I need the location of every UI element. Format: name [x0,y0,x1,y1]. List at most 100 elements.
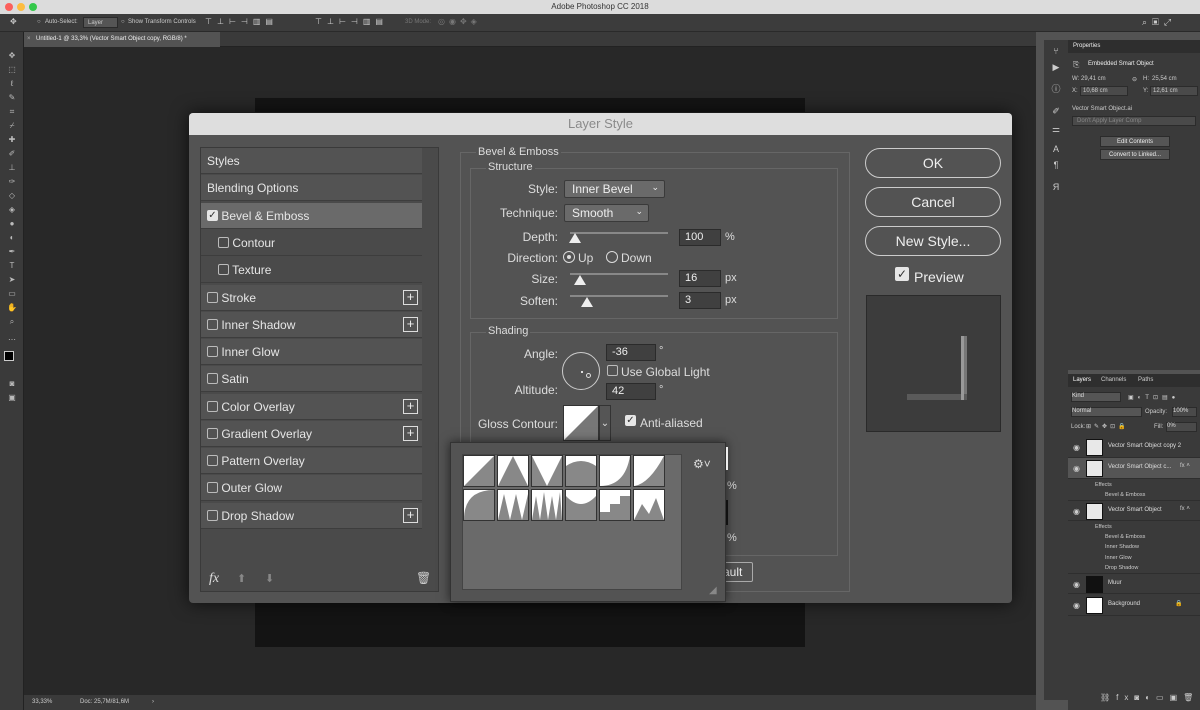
contour-preset-gaussian[interactable] [633,455,665,487]
new-style-button[interactable]: New Style... [865,226,1001,256]
visibility-eye-icon[interactable]: ◉ [1073,601,1080,610]
depth-input[interactable]: 100 [679,229,721,246]
hand-tool-icon[interactable]: ✋ [6,303,18,312]
document-tab[interactable]: × Untitled-1 @ 33,3% (Vector Smart Objec… [24,32,220,47]
blending-options-item[interactable]: Blending Options [201,175,422,201]
bevel-emboss-checkbox[interactable]: ✓ [207,210,218,222]
lock-icon[interactable]: 🔒 [1175,600,1182,607]
technique-dropdown[interactable]: Smooth ⌄ [564,204,649,222]
quick-select-tool-icon[interactable]: ✎ [6,93,18,102]
outer-glow-item[interactable]: Outer Glow [201,475,422,501]
adjustments-panel-icon[interactable]: ⚌ [1050,124,1062,134]
preview-checkbox[interactable]: ✓ [895,267,909,281]
color-overlay-checkbox[interactable] [207,401,218,413]
edit-contents-button[interactable]: Edit Contents [1100,136,1170,147]
convert-to-linked-button[interactable]: Convert to Linked... [1100,149,1170,160]
styles-item[interactable]: Styles [201,148,422,174]
tab-paths[interactable]: Paths [1138,377,1153,383]
satin-checkbox[interactable] [207,373,218,385]
move-down-icon[interactable]: ⬇ [265,572,274,585]
blend-mode-dropdown[interactable]: Normal [1071,407,1142,417]
visibility-eye-icon[interactable]: ◉ [1073,580,1080,589]
close-window-button[interactable] [5,3,13,11]
zoom-tool-icon[interactable]: ⌕ [6,317,18,326]
paragraph-panel-icon[interactable]: ¶ [1050,160,1062,170]
cancel-button[interactable]: Cancel [865,187,1001,217]
contour-preset-ring-double[interactable] [531,489,563,521]
down-radio[interactable] [606,251,618,263]
bevel-emboss-item[interactable]: ✓ Bevel & Emboss [201,203,422,229]
auto-select-target-dropdown[interactable]: Layer [83,17,119,28]
layer-action-icons[interactable]: ⛓fx◙◐▭▣🗑 [1100,693,1199,702]
visibility-eye-icon[interactable]: ◉ [1073,443,1080,452]
add-stroke-button[interactable]: + [403,290,418,305]
align-icons[interactable]: ⊤⊥⊢⊣▥▤ [205,17,278,26]
angle-input[interactable]: -36 [606,344,656,361]
marquee-tool-icon[interactable]: ⬚ [6,65,18,74]
character-panel-icon[interactable]: A [1050,144,1062,154]
contour-preset-ring[interactable] [497,489,529,521]
history-brush-tool-icon[interactable]: ✑ [6,177,18,186]
fx-menu-button[interactable]: fx [209,571,219,587]
satin-item[interactable]: Satin [201,366,422,392]
soften-input[interactable]: 3 [679,292,721,309]
inner-shadow-checkbox[interactable] [207,319,218,331]
quick-mask-icon[interactable]: ◙ [6,379,18,388]
contour-preset-cove-shallow[interactable] [599,455,631,487]
doc-size[interactable]: Doc: 25,7M/81,6M [80,699,129,705]
add-gradient-overlay-button[interactable]: + [403,426,418,441]
auto-select-checkbox[interactable]: ○ [37,19,41,25]
stroke-item[interactable]: Stroke + [201,285,422,311]
drop-shadow-checkbox[interactable] [207,510,218,522]
paint-bucket-tool-icon[interactable]: ◈ [6,205,18,214]
contour-preset-linear[interactable] [463,455,495,487]
effect-item[interactable]: Bevel & Emboss [1105,492,1145,498]
stroke-checkbox[interactable] [207,292,218,304]
visibility-eye-icon[interactable]: ◉ [1073,464,1080,473]
eyedropper-tool-icon[interactable]: ⌿ [6,121,18,130]
healing-tool-icon[interactable]: ✚ [6,135,18,144]
blur-tool-icon[interactable]: ● [6,219,18,228]
drop-shadow-item[interactable]: Drop Shadow + [201,503,422,529]
distribute-icons[interactable]: ⊤⊥⊢⊣▥▤ [315,17,388,26]
minimize-window-button[interactable] [17,3,25,11]
depth-slider[interactable] [570,232,668,234]
crop-tool-icon[interactable]: ⌗ [6,107,18,116]
move-up-icon[interactable]: ⬆ [237,572,246,585]
size-slider-thumb[interactable] [573,275,586,285]
pen-tool-icon[interactable]: ✒ [6,247,18,256]
fx-badge-icon[interactable]: fx ˄ [1180,506,1190,512]
effect-item[interactable]: Drop Shadow [1105,565,1138,571]
dodge-tool-icon[interactable]: ◐ [6,233,18,242]
height-value[interactable]: 25,54 cm [1152,76,1177,82]
zoom-window-button[interactable] [29,3,37,11]
texture-item[interactable]: Texture [201,257,422,283]
gradient-overlay-checkbox[interactable] [207,428,218,440]
tab-channels[interactable]: Channels [1101,377,1126,383]
contour-preset-sawtooth[interactable] [633,489,665,521]
path-select-tool-icon[interactable]: ➤ [6,275,18,284]
contour-preset-cone[interactable] [497,455,529,487]
style-dropdown[interactable]: Inner Bevel ⌄ [564,180,665,198]
layer-row[interactable]: ◉ Muur [1068,573,1200,594]
angle-wheel[interactable] [562,352,600,390]
color-overlay-item[interactable]: Color Overlay + [201,394,422,420]
effect-item[interactable]: Inner Shadow [1105,544,1139,550]
search-workspace-icons[interactable]: ⌕▣⤢ [1142,17,1176,28]
lock-icons[interactable]: ⊞✎✥⊡🔒 [1086,423,1129,430]
contour-preset-cone-inverted[interactable] [531,455,563,487]
add-inner-shadow-button[interactable]: + [403,317,418,332]
fill-field[interactable]: 0% [1166,422,1197,432]
move-tool-icon[interactable]: ✥ [10,17,17,26]
transform-controls-checkbox[interactable]: ○ [121,19,125,25]
lasso-tool-icon[interactable]: ℓ [6,79,18,88]
info-panel-icon[interactable]: ⓘ [1050,84,1062,94]
type-tool-icon[interactable]: T [6,261,18,270]
width-value[interactable]: 29,41 cm [1081,76,1106,82]
visibility-eye-icon[interactable]: ◉ [1073,507,1080,516]
resize-grip-icon[interactable]: ◢ [709,585,717,596]
up-radio[interactable] [563,251,575,263]
anti-aliased-checkbox[interactable]: ✓ [625,415,636,426]
outer-glow-checkbox[interactable] [207,482,218,494]
ok-button[interactable]: OK [865,148,1001,178]
